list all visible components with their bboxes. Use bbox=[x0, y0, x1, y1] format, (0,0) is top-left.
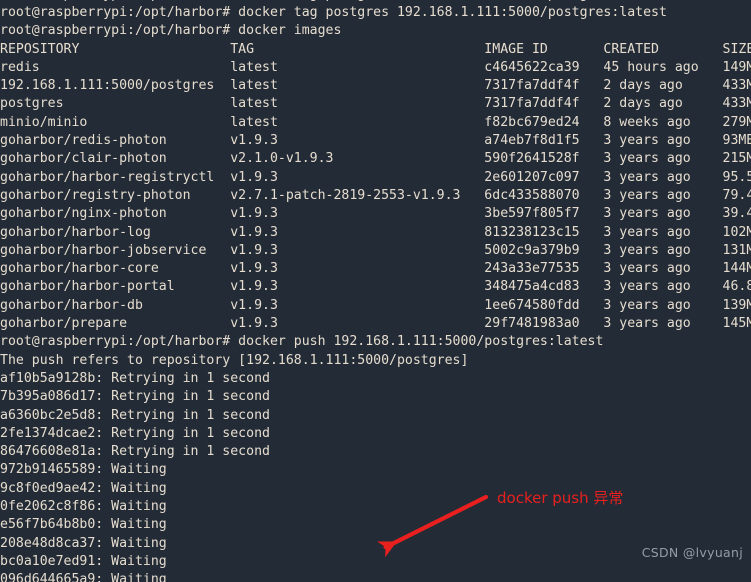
terminal-line: 0fe2062c8f86: Waiting bbox=[0, 499, 167, 515]
terminal-line: goharbor/prepare v1.9.3 29f7481983a0 3 y… bbox=[0, 316, 751, 332]
terminal-line: 7b395a086d17: Retrying in 1 second bbox=[0, 389, 270, 405]
terminal-line: 2fe1374dcae2: Retrying in 1 second bbox=[0, 425, 270, 441]
terminal-line: postgres latest 7317fa7ddf4f 2 days ago … bbox=[0, 96, 751, 112]
terminal-line: minio/minio latest f82bc679ed24 8 weeks … bbox=[0, 114, 751, 130]
terminal-output[interactable]: root@raspberrypi:/opt/harbor# docker tag… bbox=[0, 0, 751, 582]
terminal-line: goharbor/harbor-jobservice v1.9.3 5002c9… bbox=[0, 242, 751, 258]
terminal-line: 208e48d8ca37: Waiting bbox=[0, 535, 167, 551]
terminal-line: 096d644665a9: Waiting bbox=[0, 572, 167, 582]
terminal-line: goharbor/harbor-log v1.9.3 813238123c15 … bbox=[0, 224, 751, 240]
terminal-line: goharbor/redis-photon v1.9.3 a74eb7f8d1f… bbox=[0, 133, 751, 149]
terminal-line: a6360bc2e5d8: Retrying in 1 second bbox=[0, 407, 270, 423]
terminal-line: root@raspberrypi:/opt/harbor# docker tag… bbox=[0, 5, 667, 20]
terminal-line: 972b91465589: Waiting bbox=[0, 462, 167, 478]
terminal-line: redis latest c4645622ca39 45 hours ago 1… bbox=[0, 59, 751, 75]
terminal-line: af10b5a9128b: Retrying in 1 second bbox=[0, 370, 270, 386]
terminal-line: bc0a10e7ed91: Waiting bbox=[0, 553, 167, 569]
terminal-line: goharbor/harbor-portal v1.9.3 348475a4cd… bbox=[0, 279, 751, 295]
terminal-line: root@raspberrypi:/opt/harbor# docker ima… bbox=[0, 23, 342, 39]
terminal-line: 9c8f0ed9ae42: Waiting bbox=[0, 480, 167, 496]
terminal-line: goharbor/clair-photon v2.1.0-v1.9.3 590f… bbox=[0, 151, 751, 167]
terminal-window: root@raspberrypi:/opt/harbor# docker tag… bbox=[0, 0, 751, 582]
terminal-line: 86476608e81a: Retrying in 1 second bbox=[0, 444, 270, 460]
terminal-line: e56f7b64b8b0: Waiting bbox=[0, 517, 167, 533]
watermark: CSDN @lvyuanj bbox=[641, 545, 743, 560]
terminal-line: goharbor/harbor-core v1.9.3 243a33e77535… bbox=[0, 261, 751, 277]
terminal-line: root@raspberrypi:/opt/harbor# docker pus… bbox=[0, 334, 604, 350]
terminal-line: goharbor/harbor-db v1.9.3 1ee674580fdd 3… bbox=[0, 297, 751, 313]
terminal-line: The push refers to repository [192.168.1… bbox=[0, 352, 469, 368]
terminal-line-clipped: root@raspberrypi:/opt/harbor# docker tag… bbox=[0, 0, 751, 4]
terminal-line: goharbor/nginx-photon v1.9.3 3be597f805f… bbox=[0, 206, 751, 222]
terminal-line: 192.168.1.111:5000/postgres latest 7317f… bbox=[0, 78, 751, 94]
terminal-line: goharbor/harbor-registryctl v1.9.3 2e601… bbox=[0, 169, 751, 185]
terminal-line: goharbor/registry-photon v2.7.1-patch-28… bbox=[0, 187, 751, 203]
terminal-line: REPOSITORY TAG IMAGE ID CREATED SIZE bbox=[0, 41, 751, 57]
